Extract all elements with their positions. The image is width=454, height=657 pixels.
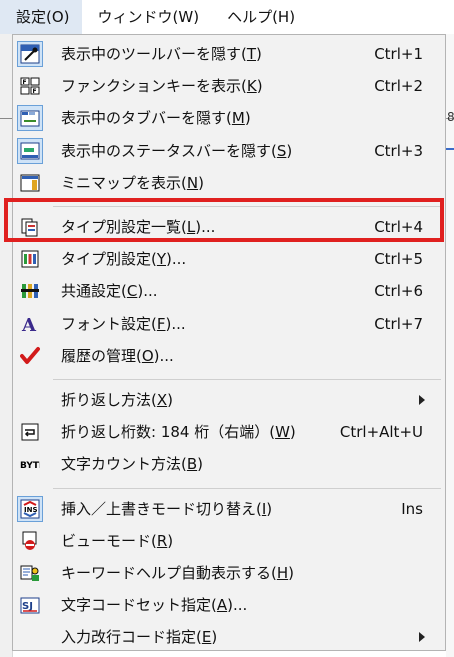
menu-item-label: 文字コードセット指定(A)... [61,596,248,615]
menu-item-label: タイプ別設定(Y)... [61,250,187,269]
menu-item-shortcut: Ctrl+Alt+U [339,423,423,442]
menu-item-wrap-method[interactable]: 折り返し方法(X) [13,385,445,415]
menu-item-label: ビューモード(R) [61,531,174,550]
menu-item-shortcut: Ctrl+2 [374,77,423,96]
menu-item-shortcut: Ctrl+6 [374,282,423,301]
menu-item-font-settings[interactable]: A フォント設定(F)... Ctrl+7 [13,309,445,339]
byte-icon: BYTE [20,454,40,474]
svg-text:BYTE: BYTE [20,461,40,471]
menu-item-label: フォント設定(F)... [61,314,186,333]
wrap-icon [20,422,40,442]
ruler-tick [0,118,12,135]
menu-item-shortcut: Ctrl+7 [374,314,423,333]
menu-item-keyword-help[interactable]: キーワードヘルプ自動表示する(H) [13,558,445,588]
menu-item-char-count-method[interactable]: BYTE 文字カウント方法(B) [13,449,445,479]
menu-item-show-function-keys[interactable]: F F ファンクションキーを表示(K) Ctrl+2 [13,71,445,101]
menu-item-label: 履歴の管理(O)... [61,346,174,365]
tab-indicator-line [446,148,454,150]
charset-icon: SJ [20,595,40,615]
menu-separator [53,379,441,380]
submenu-arrow-icon [419,632,425,643]
menu-item-label: 挿入／上書きモード切り替え(I) [61,499,273,518]
menu-item-common-settings[interactable]: 共通設定(C)... Ctrl+6 [13,276,445,306]
menu-item-type-settings[interactable]: タイプ別設定(Y)... Ctrl+5 [13,244,445,274]
submenu-arrow-icon [419,395,425,405]
svg-text:F: F [33,88,37,95]
menu-item-label: キーワードヘルプ自動表示する(H) [61,564,294,582]
menubar-settings[interactable]: 設定(O) [0,0,82,34]
menu-item-shortcut: Ctrl+5 [374,250,423,269]
menu-item-shortcut: Ctrl+1 [374,45,423,63]
menu-item-history[interactable]: 履歴の管理(O)... [13,341,445,371]
checkmark-icon [20,346,40,366]
ruler-number: 8 [447,110,454,124]
menu-bar: 設定(O) ウィンドウ(W) ヘルプ(H) [0,0,454,34]
menu-item-shortcut: Ins [401,499,423,518]
tabbar-icon [20,108,40,128]
menu-item-label: 表示中のタブバーを隠す(M) [61,109,251,128]
font-icon: A [20,314,40,334]
function-keys-icon: FF [20,76,40,96]
menu-item-shortcut: Ctrl+3 [374,141,423,160]
menubar-help[interactable]: ヘルプ(H) [211,0,307,34]
menu-item-label: 折り返し方法(X) [61,391,173,409]
menu-item-label: 表示中のツールバーを隠す(T) [61,45,262,63]
annotation-highlight-box [4,198,444,242]
svg-text:A: A [21,315,37,334]
toolbar-icon [20,44,40,64]
menu-item-newline-code[interactable]: 入力改行コード指定(E) [13,622,445,652]
menu-item-insert-overwrite[interactable]: INS 挿入／上書きモード切り替え(I) Ins [13,494,445,524]
editor-background [446,34,454,657]
view-mode-icon [20,531,40,551]
menu-item-charset[interactable]: SJ 文字コードセット指定(A)... [13,590,445,620]
common-settings-icon [20,281,40,301]
menu-item-label: 入力改行コード指定(E) [61,628,218,647]
type-settings-icon [20,249,40,269]
menu-separator [53,487,441,489]
insert-mode-icon: INS [20,499,40,519]
menu-item-label: 折り返し桁数: 184 桁（右端）(W) [61,423,296,442]
menu-item-label: 表示中のステータスバーを隠す(S) [61,141,293,160]
menu-item-wrap-columns[interactable]: 折り返し桁数: 184 桁（右端）(W) Ctrl+Alt+U [13,417,445,447]
menu-item-hide-statusbar[interactable]: 表示中のステータスバーを隠す(S) Ctrl+3 [13,136,445,166]
minimap-icon [20,173,40,193]
menu-item-show-minimap[interactable]: ミニマップを表示(N) [13,168,445,198]
menu-item-label: 共通設定(C)... [61,282,158,301]
menubar-window[interactable]: ウィンドウ(W) [82,0,212,34]
menu-item-hide-tabbar[interactable]: 表示中のタブバーを隠す(M) [13,103,445,133]
statusbar-icon [20,141,40,161]
menu-item-label: ファンクションキーを表示(K) [61,77,263,96]
svg-text:F: F [23,79,27,86]
settings-dropdown-menu: 表示中のツールバーを隠す(T) Ctrl+1 F F ファンクションキーを表示(K) Ct… [12,34,446,651]
svg-text:INS: INS [24,506,38,514]
menu-item-label: ミニマップを表示(N) [61,173,204,192]
keyword-help-icon [20,563,40,583]
menu-item-hide-toolbar[interactable]: 表示中のツールバーを隠す(T) Ctrl+1 [13,39,445,69]
menu-item-label: 文字カウント方法(B) [61,455,204,474]
menu-item-view-mode[interactable]: ビューモード(R) [13,526,445,556]
